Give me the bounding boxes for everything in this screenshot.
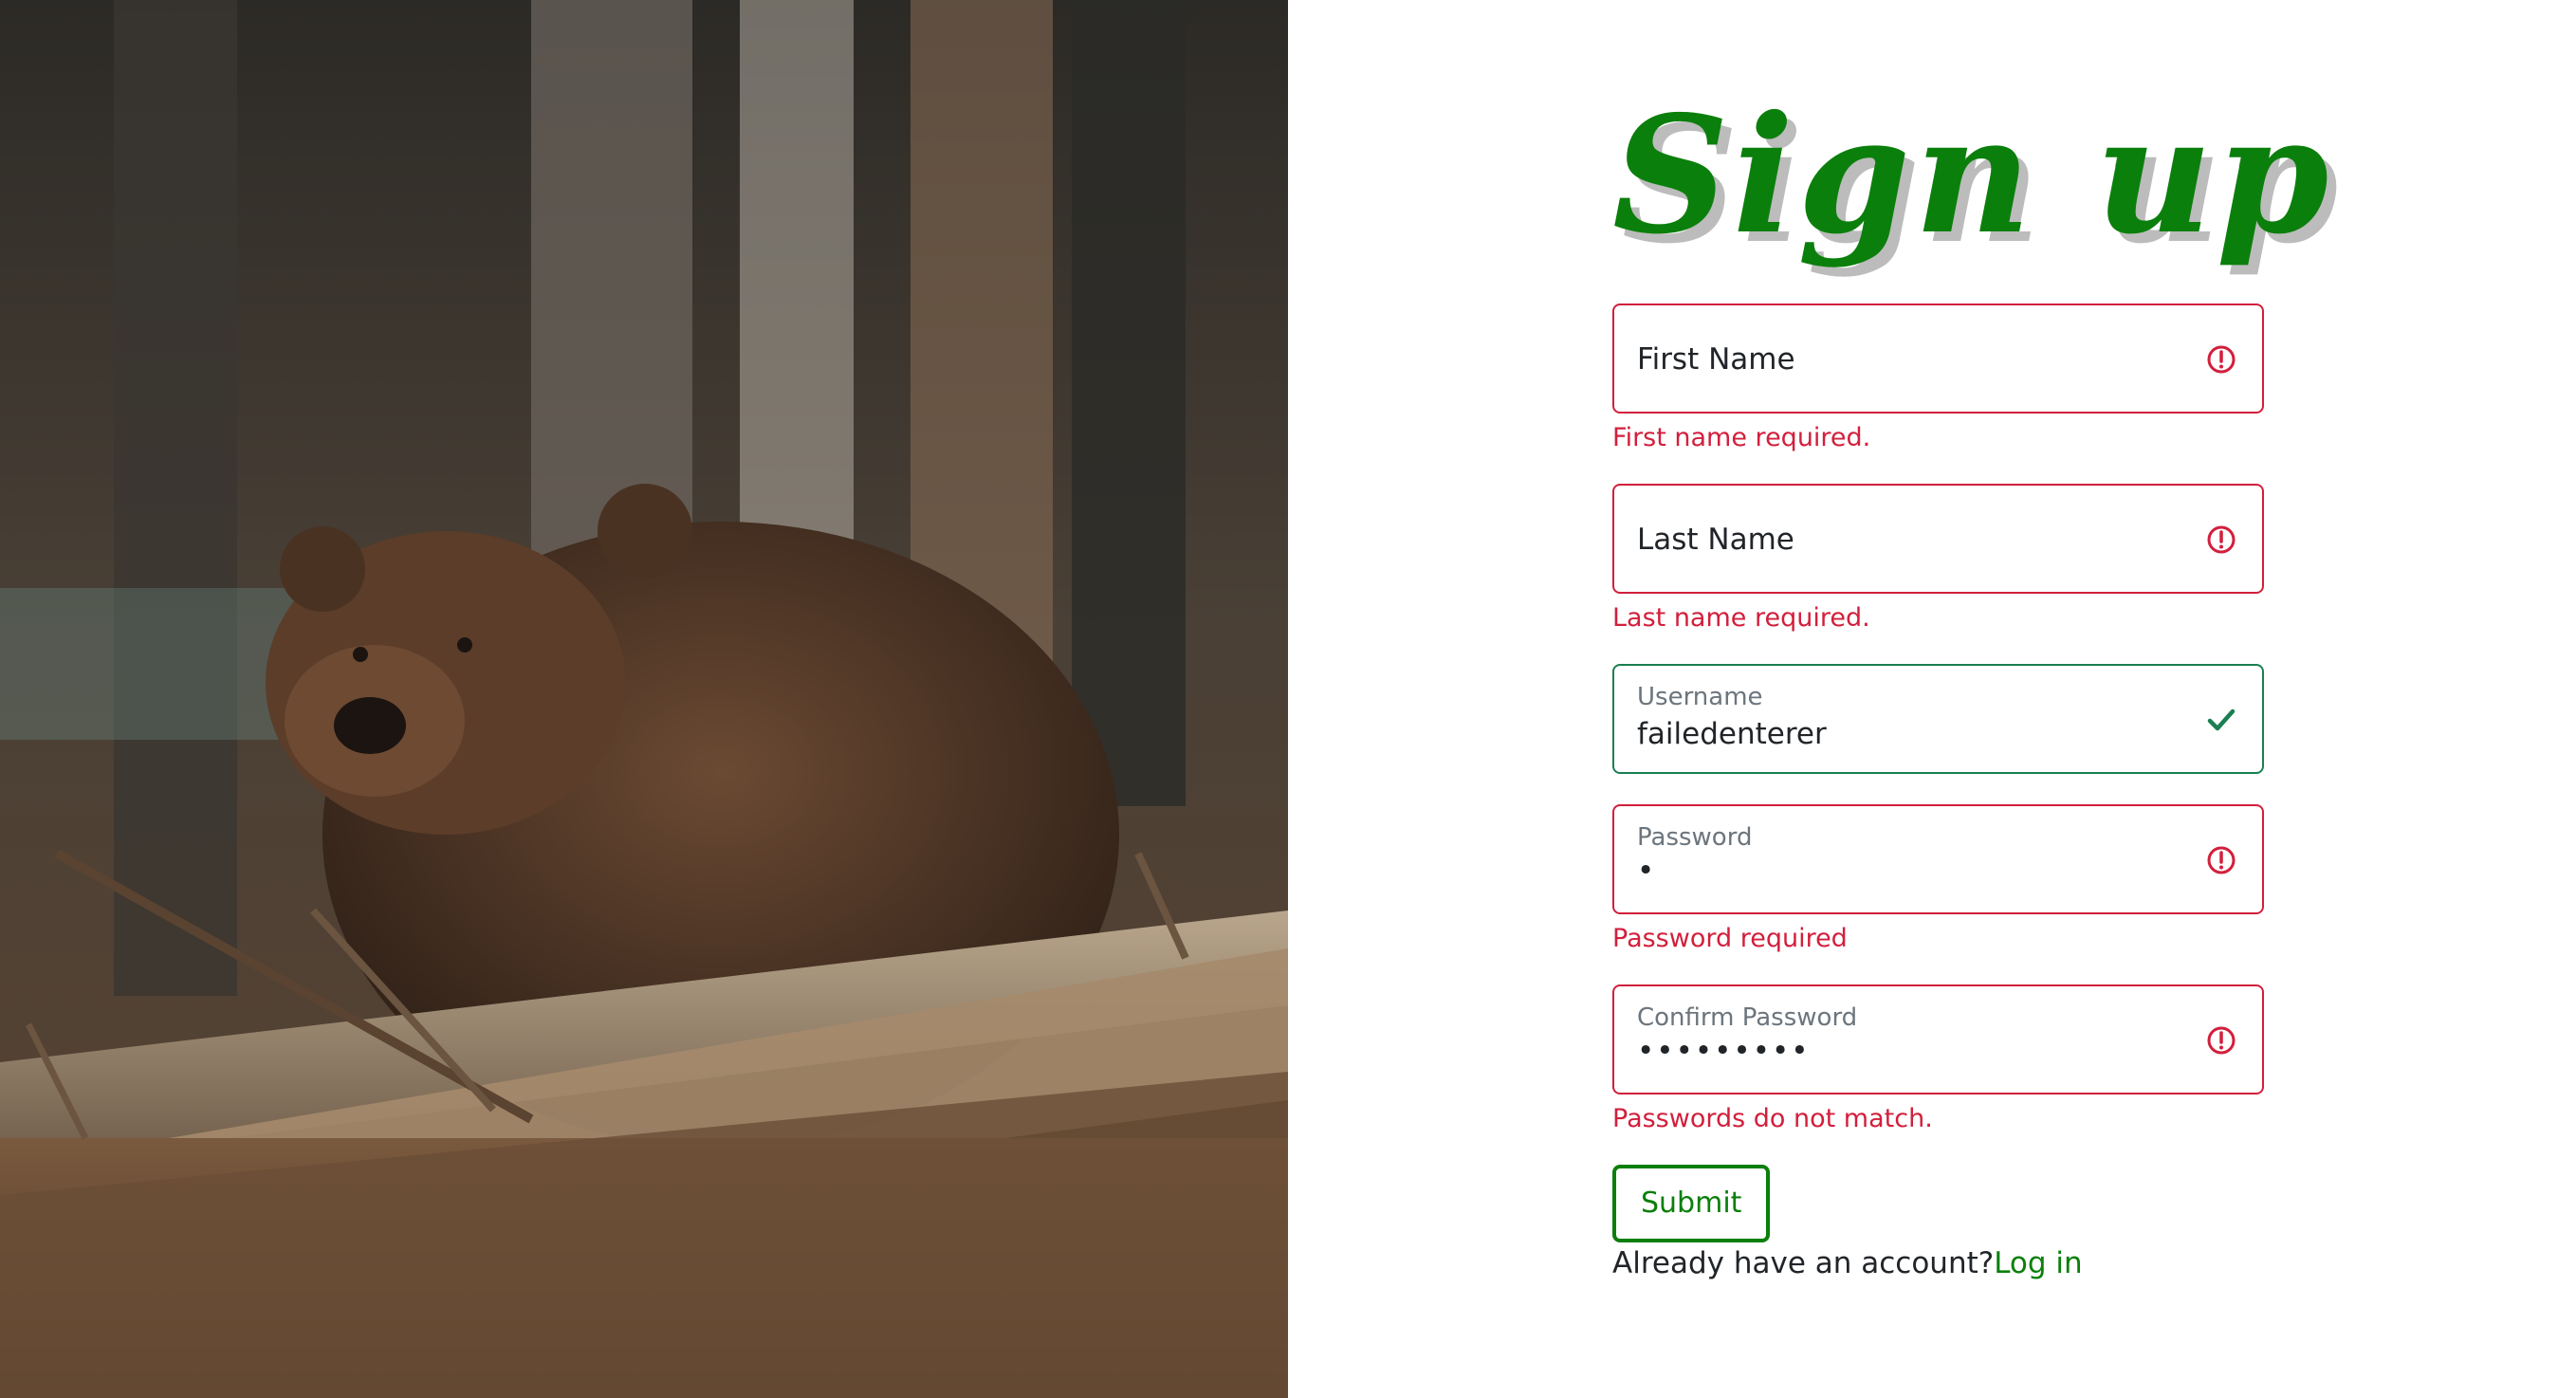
signup-page: Sign up First Name First name required. … [0,0,2576,1398]
exclamation-circle-icon [2207,525,2236,554]
checkmark-icon [2207,708,2236,731]
signup-form: Sign up First Name First name required. … [1612,81,2333,1280]
username-value: failedenterer [1637,717,1827,751]
exclamation-circle-icon [2207,345,2236,374]
confirm-password-error: Passwords do not match. [1612,1104,1933,1133]
exclamation-circle-icon [2207,846,2236,874]
password-field[interactable]: Password • [1612,804,2264,914]
password-label: Password [1637,823,1753,852]
confirm-password-value: ••••••••• [1637,1034,1811,1068]
login-prompt-text: Already have an account? [1612,1246,1995,1280]
login-prompt: Already have an account?Log in [1612,1246,2264,1280]
first-name-placeholder: First Name [1637,342,1795,377]
password-error: Password required [1612,924,1848,953]
password-value: • [1637,854,1657,888]
username-label: Username [1637,683,1763,711]
page-title: Sign up [1612,81,2333,270]
last-name-field[interactable]: Last Name [1612,484,2264,594]
submit-button[interactable]: Submit [1612,1165,1771,1242]
confirm-password-field[interactable]: Confirm Password ••••••••• [1612,984,2264,1094]
bear-photo [0,0,1288,1398]
first-name-error: First name required. [1612,423,1871,452]
first-name-field[interactable]: First Name [1612,304,2264,414]
confirm-password-label: Confirm Password [1637,1003,1858,1032]
last-name-error: Last name required. [1612,603,1870,633]
exclamation-circle-icon [2207,1026,2236,1055]
last-name-placeholder: Last Name [1637,523,1794,557]
login-link[interactable]: Log in [1994,1246,2082,1280]
username-field[interactable]: Username failedenterer [1612,664,2264,774]
